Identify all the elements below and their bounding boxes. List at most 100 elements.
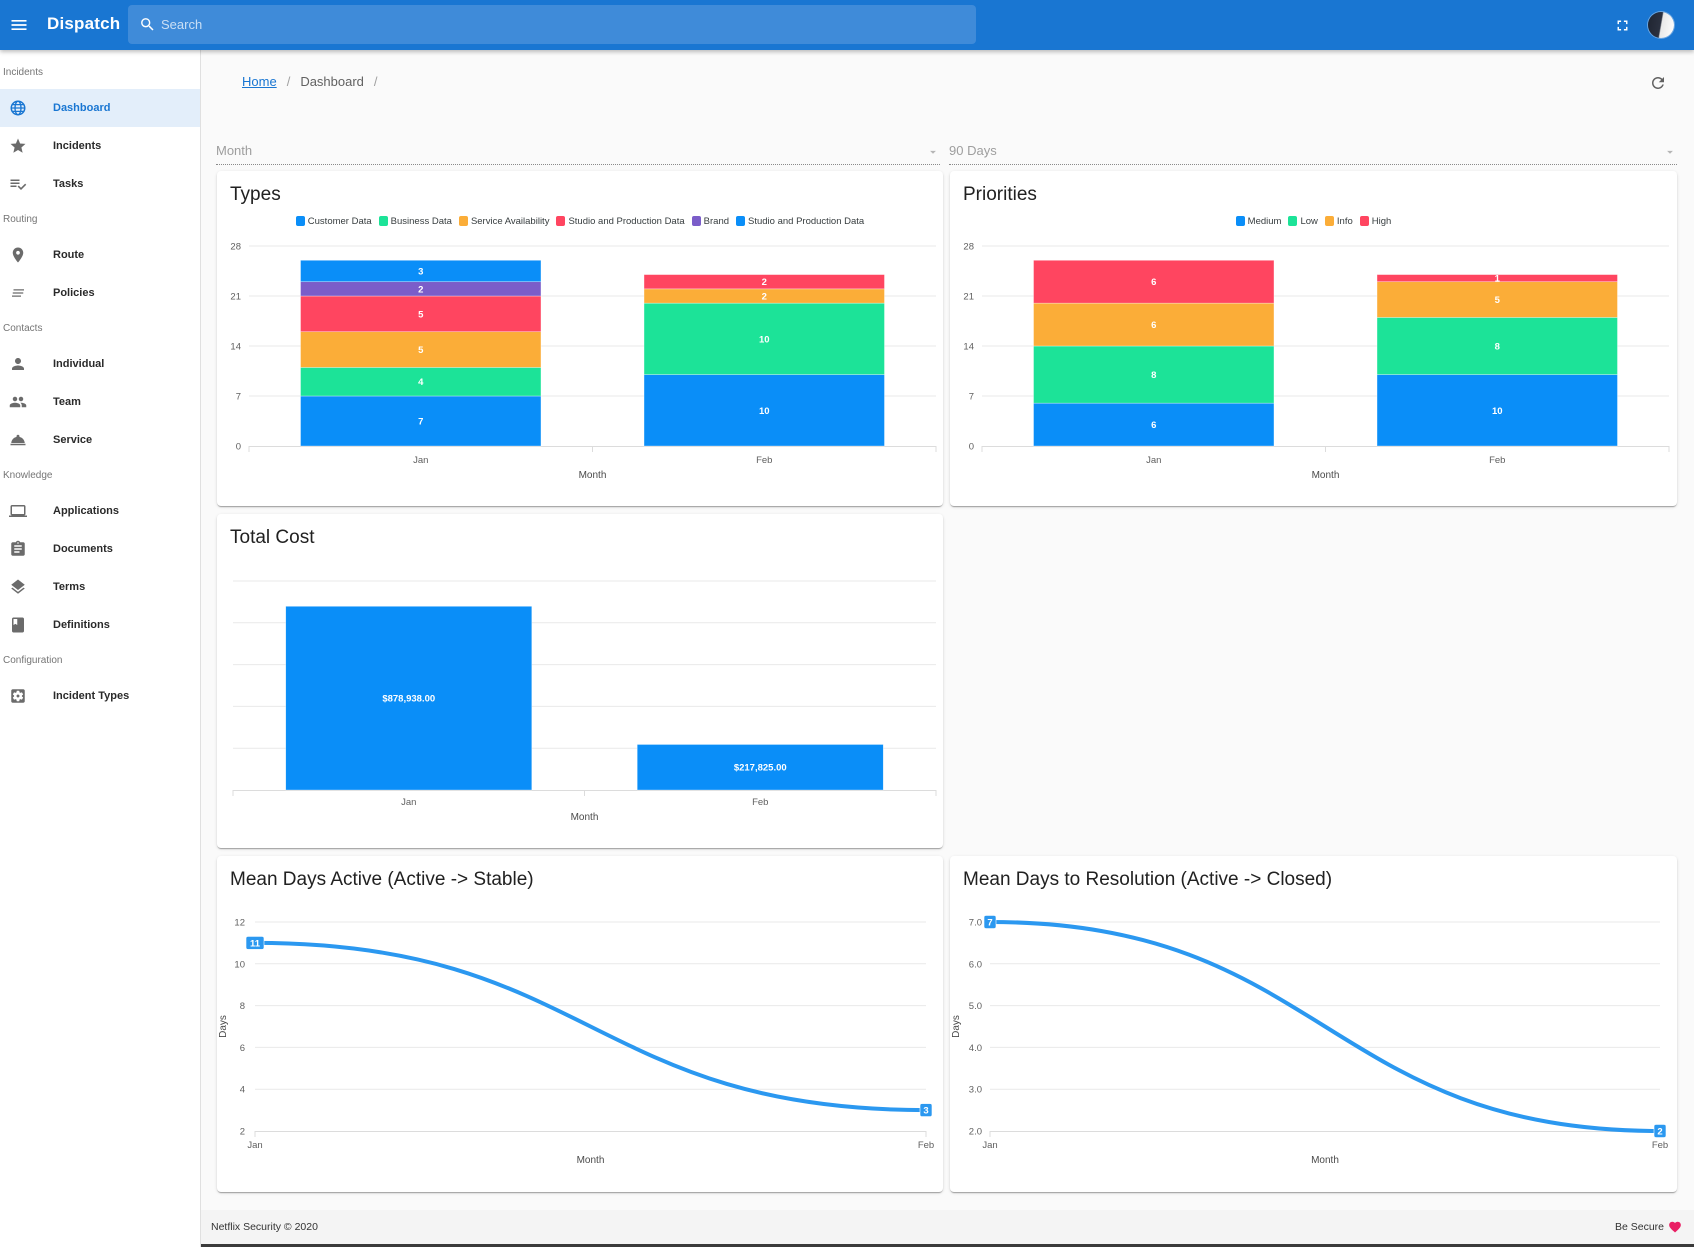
legend-item[interactable]: Medium	[1235, 215, 1282, 227]
sidebar-item-route[interactable]: Route	[0, 236, 200, 274]
x-axis-title: Month	[1312, 470, 1340, 481]
sidebar-item-team[interactable]: Team	[0, 383, 200, 421]
fullscreen-icon	[1617, 20, 1627, 30]
y-tick-label: 8	[240, 1001, 245, 1012]
legend-item[interactable]: High	[1359, 215, 1392, 227]
legend-item[interactable]: Customer Data	[295, 216, 372, 227]
card-title: Mean Days to Resolution (Active -> Close…	[963, 869, 1333, 890]
time-window-value: 90 Days	[949, 143, 997, 158]
refresh-button[interactable]	[1648, 73, 1668, 93]
y-tick-label: 4.0	[969, 1043, 982, 1054]
bar-data-label: 5	[418, 309, 424, 320]
y-tick-label: 2	[240, 1127, 245, 1138]
menu-button[interactable]	[6, 12, 32, 38]
mean-days-active-chart-card: 2 4 6 8 10 12 Jan Feb Month Days 11 3 Mean Days Act…	[217, 856, 943, 1192]
legend-label: Studio and Production Data	[568, 215, 685, 227]
y-tick-label: 21	[230, 292, 241, 303]
breadcrumb-separator: /	[373, 74, 378, 89]
sidebar: Incidents Dashboard Incidents Tasks Rout…	[0, 50, 201, 1247]
sidebar-item-terms[interactable]: Terms	[0, 568, 200, 606]
y-axis-title: Days	[951, 1015, 962, 1038]
x-axis-title: Month	[1311, 1155, 1339, 1166]
sidebar-item-service[interactable]: Service	[0, 421, 200, 459]
bar-data-label: 6	[1151, 320, 1156, 331]
person-icon	[9, 355, 27, 373]
text-lines-icon	[9, 284, 27, 302]
sidebar-item-definitions[interactable]: Definitions	[0, 606, 200, 644]
sidebar-item-label: Documents	[53, 543, 113, 555]
sidebar-item-label: Team	[53, 396, 81, 408]
search-field[interactable]	[128, 5, 976, 44]
bar-data-label: 5	[418, 345, 424, 356]
sidebar-item-label: Incidents	[53, 140, 102, 152]
settings-applications-icon	[9, 687, 27, 705]
footer-tagline: Be Secure	[1614, 1221, 1664, 1233]
breadcrumb-current: Dashboard	[300, 74, 364, 89]
sidebar-item-label: Dashboard	[53, 102, 111, 114]
legend-item[interactable]: Info	[1324, 216, 1353, 227]
sidebar-section-header: Routing	[3, 214, 38, 225]
types-chart-card: 0 7 14 21 28 Jan Feb Month 7 4 5 5 2 3 10 10 2 2 Types Cu…	[217, 171, 943, 506]
sidebar-item-incident-types[interactable]: Incident Types	[0, 677, 200, 715]
sidebar-item-policies[interactable]: Policies	[0, 274, 200, 312]
y-tick-label: 0	[236, 442, 241, 453]
y-tick-label: 28	[963, 242, 974, 253]
app-title: Dispatch	[47, 14, 121, 33]
search-input[interactable]	[159, 5, 959, 44]
y-tick-label: 10	[234, 959, 245, 970]
legend-label: Business Data	[390, 215, 452, 227]
legend-swatch	[458, 216, 468, 226]
y-tick-label: 5.0	[969, 1001, 982, 1012]
bar-data-label: 10	[759, 334, 770, 345]
legend-label: High	[1371, 215, 1392, 227]
card-title: Total Cost	[230, 527, 315, 548]
fullscreen-button[interactable]	[1612, 15, 1632, 35]
breadcrumb-home-link[interactable]: Home	[242, 74, 277, 89]
sidebar-item-label: Definitions	[53, 619, 110, 631]
sidebar-item-incidents[interactable]: Incidents	[0, 127, 200, 165]
laptop-icon	[9, 502, 27, 520]
y-tick-label: 12	[234, 918, 245, 929]
sidebar-item-label: Terms	[53, 581, 86, 593]
bar-data-label: 2	[762, 277, 767, 288]
sidebar-item-individual[interactable]: Individual	[0, 345, 200, 383]
legend-item[interactable]: Business Data	[378, 215, 452, 227]
total-cost-chart-card: Jan Feb Month $878,938.00 $217,825.00 Total …	[217, 514, 943, 848]
legend-item[interactable]: Brand	[691, 215, 730, 227]
x-axis-title: Month	[577, 1155, 605, 1166]
legend-label: Studio and Production Data	[748, 215, 865, 227]
bar-data-label: 4	[418, 377, 424, 388]
group-by-select[interactable]: Month	[216, 141, 940, 165]
sidebar-item-applications[interactable]: Applications	[0, 492, 200, 530]
y-tick-label: 7.0	[969, 918, 982, 929]
mean-days-resolution-chart-card: 2.0 3.0 4.0 5.0 6.0 7.0 Jan Feb Month Days 7 2 Mean…	[950, 856, 1677, 1192]
playlist-check-icon	[9, 175, 27, 193]
point-data-label: 7	[987, 918, 992, 929]
legend-item[interactable]: Service Availability	[458, 216, 549, 227]
point-data-label: 11	[250, 938, 261, 949]
priorities-chart-card: 0 7 14 21 28 Jan Feb Month 6 8 6 6 10 8 5 1 Priorities …	[950, 171, 1677, 506]
globe-icon	[9, 99, 27, 117]
legend-swatch	[1288, 216, 1298, 226]
star-icon	[9, 137, 27, 155]
user-avatar[interactable]	[1648, 12, 1674, 38]
mean-days-active-chart: 2 4 6 8 10 12 Jan Feb Month Days 11 3	[218, 918, 934, 1167]
legend-item[interactable]: Studio and Production Data	[736, 216, 864, 227]
time-window-select[interactable]: 90 Days	[949, 141, 1677, 165]
series-line	[253, 940, 928, 1113]
legend-item[interactable]: Low	[1288, 216, 1318, 227]
legend-item[interactable]: Studio and Production Data	[556, 215, 685, 227]
legend-swatch	[1359, 216, 1369, 226]
x-tick-label: Jan	[247, 1140, 262, 1151]
legend-label: Brand	[703, 215, 730, 227]
sidebar-item-documents[interactable]: Documents	[0, 530, 200, 568]
dropdown-arrow-icon	[1667, 150, 1673, 154]
legend-swatch	[1235, 216, 1245, 226]
bar-data-label: 7	[418, 417, 423, 428]
sidebar-item-tasks[interactable]: Tasks	[0, 165, 200, 203]
y-tick-label: 28	[230, 242, 241, 253]
y-tick-label: 21	[963, 292, 974, 303]
sidebar-item-dashboard[interactable]: Dashboard	[0, 89, 200, 127]
legend-label: Medium	[1247, 215, 1282, 227]
bar-data-label: $878,938.00	[382, 694, 435, 705]
